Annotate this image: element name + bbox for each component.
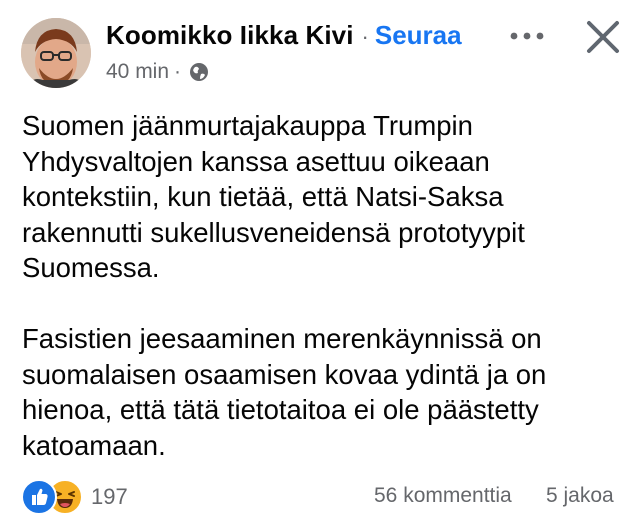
- like-icon: [21, 479, 57, 515]
- post-paragraph: Suomen jäänmurtajakauppa Trumpin Yhdysva…: [22, 110, 525, 283]
- post-footer: 197 56 kommenttia 5 jakoa: [0, 470, 640, 520]
- separator-dot: ·: [361, 24, 369, 49]
- close-icon: [587, 21, 619, 53]
- more-icon: [510, 32, 544, 40]
- author-name[interactable]: Koomikko Iikka Kivi: [106, 20, 354, 50]
- author-line: Koomikko Iikka Kivi · Seuraa: [106, 20, 462, 56]
- author-avatar[interactable]: [21, 18, 91, 88]
- post-timestamp[interactable]: 40 min: [106, 60, 169, 83]
- shares-count-link[interactable]: 5 jakoa: [546, 484, 614, 508]
- post-meta: 40 min ·: [106, 60, 209, 88]
- close-button[interactable]: [580, 14, 626, 60]
- meta-separator: ·: [174, 60, 182, 83]
- reaction-count: 197: [91, 484, 128, 509]
- avatar-image: [21, 18, 91, 88]
- globe-icon: [189, 62, 209, 88]
- comments-count-link[interactable]: 56 kommenttia: [374, 484, 512, 508]
- more-options-button[interactable]: [503, 22, 551, 52]
- follow-button[interactable]: Seuraa: [375, 20, 462, 50]
- post-paragraph: Fasistien jeesaaminen merenkäynnissä on …: [22, 323, 547, 461]
- post-header: Koomikko Iikka Kivi · Seuraa 40 min ·: [0, 0, 640, 100]
- post-body: Suomen jäänmurtajakauppa Trumpin Yhdysva…: [22, 108, 622, 463]
